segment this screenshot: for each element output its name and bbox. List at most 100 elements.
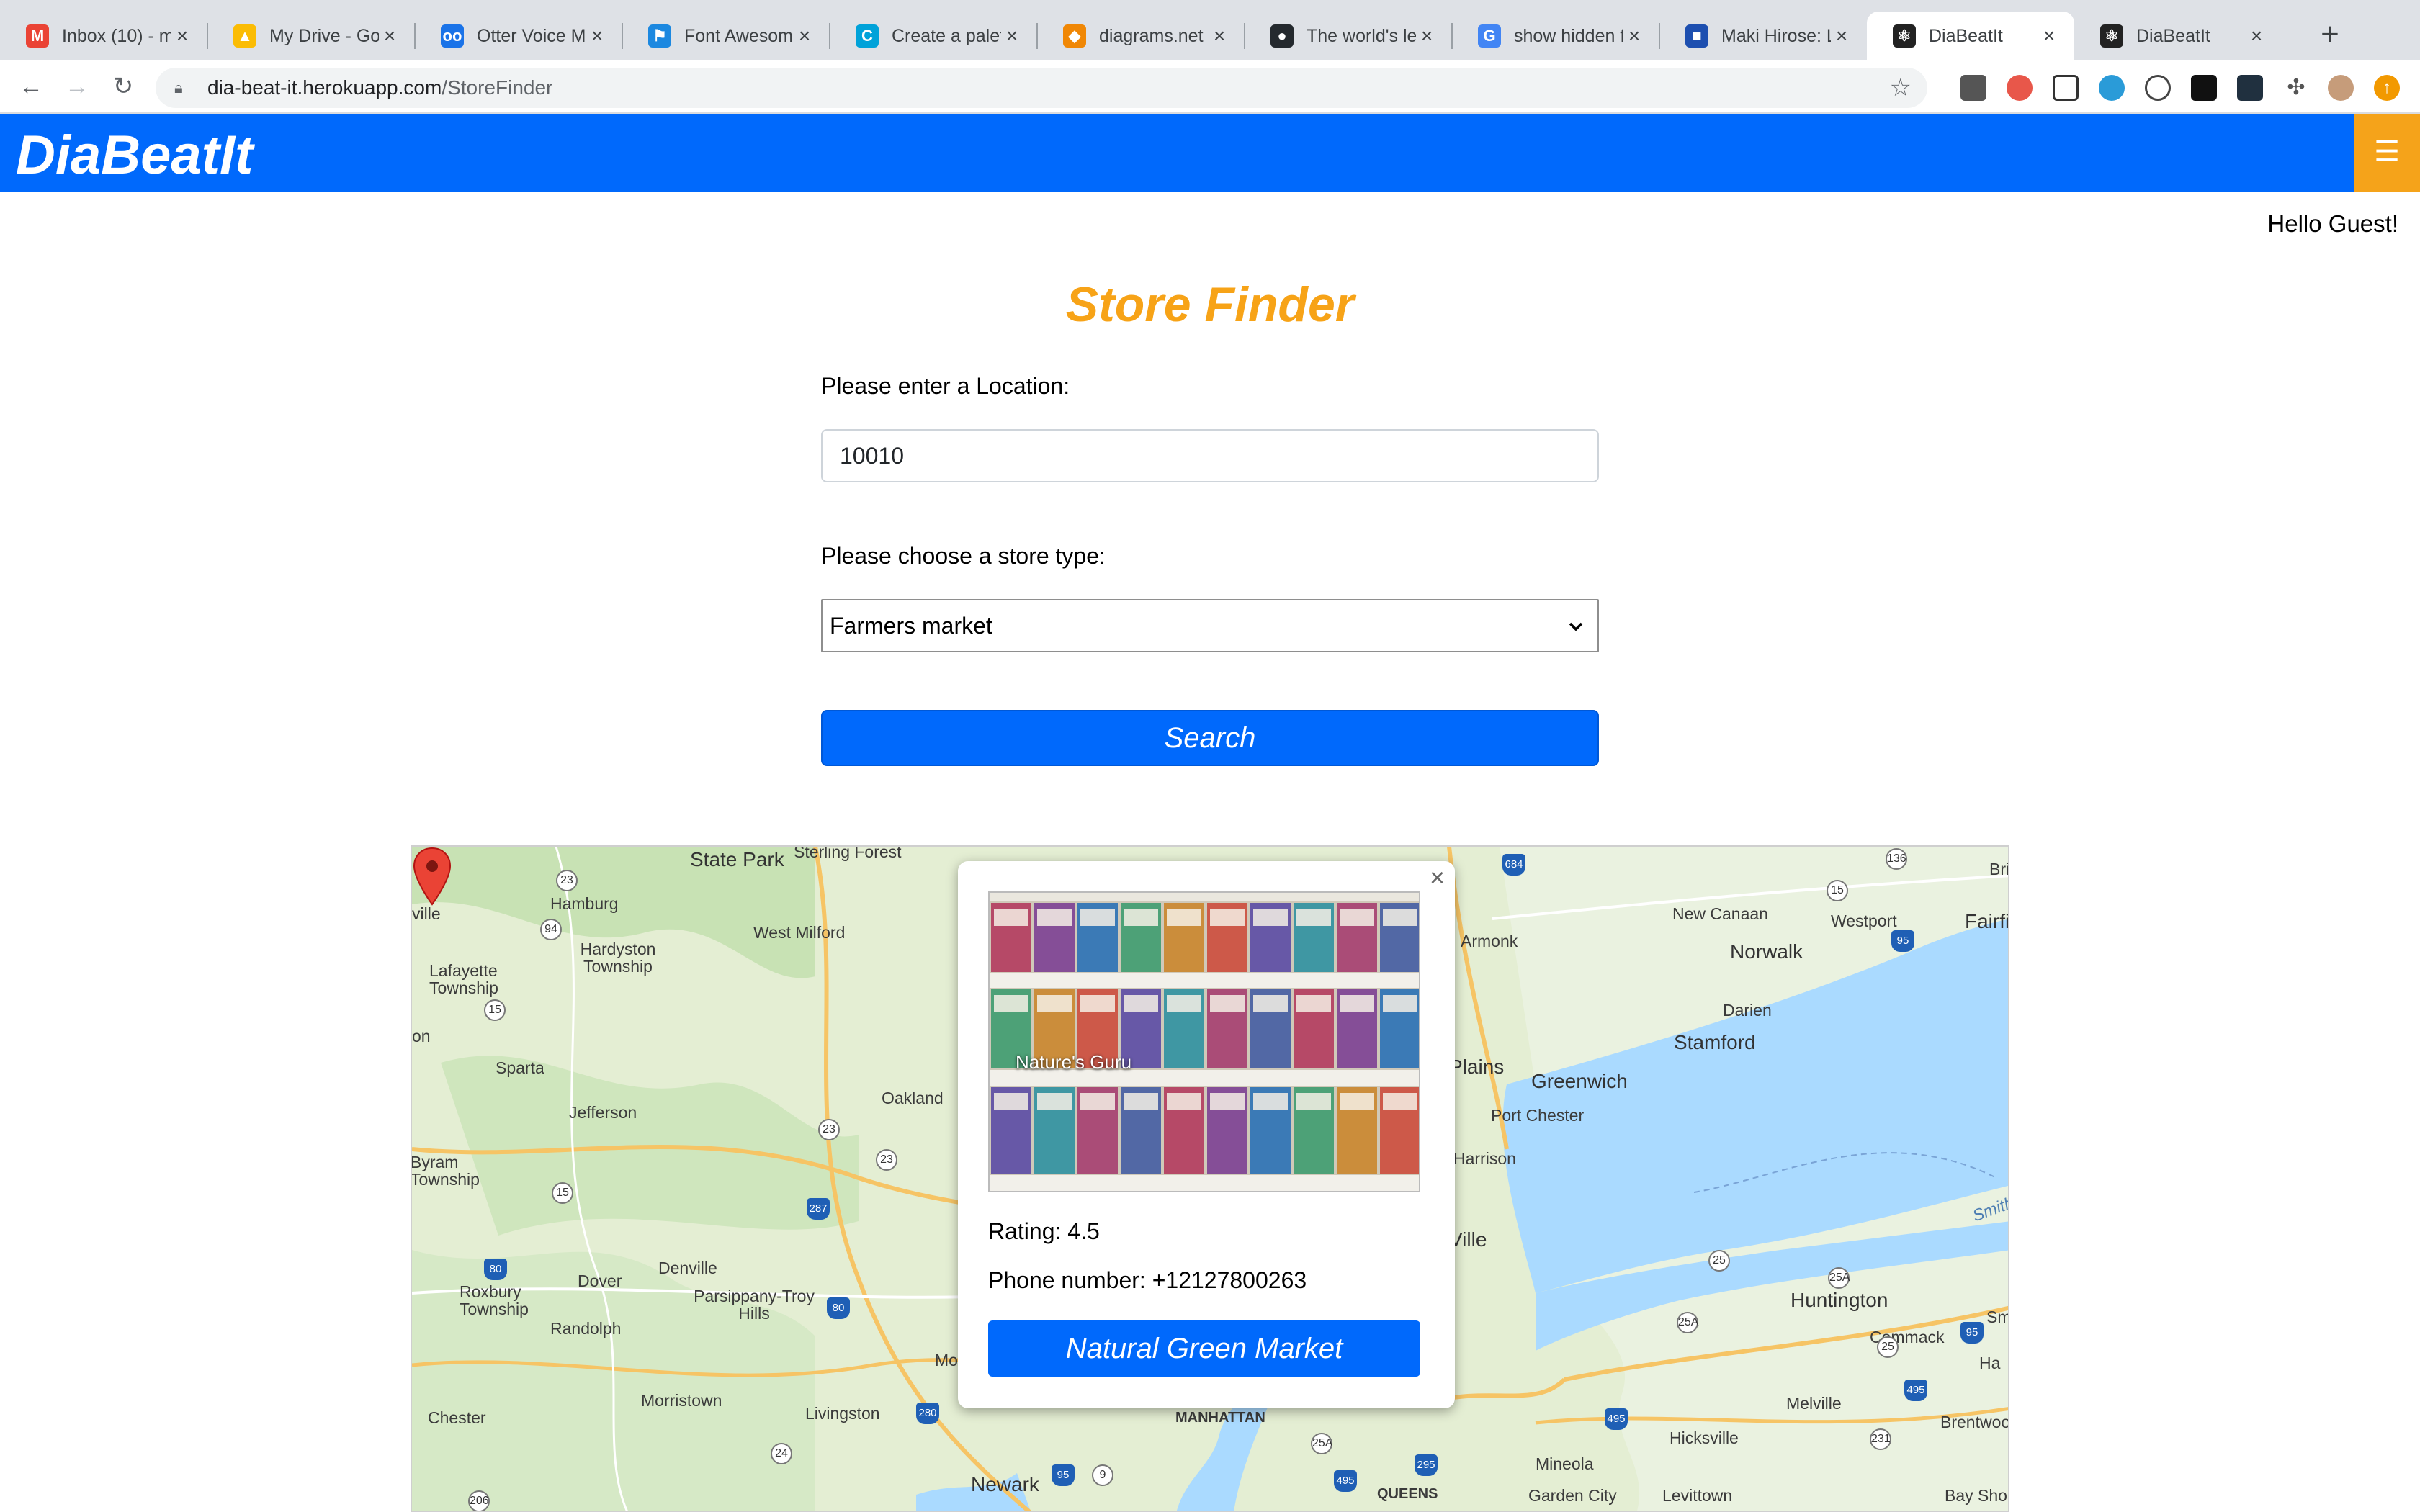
- map-label: Dover: [578, 1272, 622, 1290]
- map-label: Ha: [1979, 1354, 2001, 1372]
- interstate-shield-icon: 684: [1502, 854, 1525, 876]
- otter-icon: oo: [441, 24, 464, 48]
- extension-icon[interactable]: [2099, 75, 2125, 101]
- map-label: Lafayette Township: [429, 961, 498, 997]
- close-tab-icon[interactable]: ×: [794, 24, 815, 48]
- back-icon[interactable]: ←: [14, 71, 48, 104]
- new-tab-icon[interactable]: +: [2312, 17, 2348, 53]
- screenshot-extension-icon[interactable]: [2053, 75, 2079, 101]
- store-photo: Nature's Guru: [988, 891, 1420, 1192]
- map-label: Levittown: [1662, 1486, 1733, 1505]
- bookmark-star-icon[interactable]: ☆: [1890, 73, 1912, 102]
- react-devtools-icon[interactable]: [2237, 75, 2263, 101]
- store-type-select[interactable]: Farmers market: [821, 599, 1599, 652]
- close-tab-icon[interactable]: ×: [379, 24, 400, 48]
- map-marker-icon[interactable]: [412, 847, 452, 907]
- extensions-puzzle-icon[interactable]: ✣: [2283, 75, 2309, 101]
- map-label: Greenwich: [1531, 1070, 1628, 1092]
- extension-icon[interactable]: [2007, 75, 2033, 101]
- update-icon[interactable]: ↑: [2374, 75, 2400, 101]
- map-label: ville: [412, 904, 441, 923]
- browser-tab[interactable]: C Create a palet ×: [830, 12, 1037, 60]
- interstate-shield-icon: 80: [827, 1297, 850, 1319]
- interstate-shield-icon: 95: [1891, 930, 1914, 952]
- browser-tab[interactable]: oo Otter Voice M ×: [415, 12, 622, 60]
- route-shield-icon: 25A: [1828, 1267, 1850, 1289]
- interstate-shield-icon: 95: [1052, 1464, 1075, 1486]
- close-icon[interactable]: ×: [1430, 863, 1445, 893]
- map-label: Hicksville: [1670, 1428, 1739, 1447]
- store-name-button[interactable]: Natural Green Market: [988, 1320, 1420, 1377]
- interstate-shield-icon: 287: [807, 1198, 830, 1220]
- brand-logo[interactable]: DiaBeatIt: [16, 124, 253, 186]
- page-icon: ■: [1685, 24, 1708, 48]
- photo-caption: Nature's Guru: [1016, 1051, 1132, 1073]
- browser-tab[interactable]: ⚛ DiaBeatIt ×: [1867, 12, 2074, 60]
- address-bar[interactable]: 🔒︎ dia-beat-it.herokuapp.com/StoreFinder…: [156, 68, 1927, 108]
- extension-icon[interactable]: [1960, 75, 1986, 101]
- url-host: dia-beat-it.herokuapp.com: [207, 76, 442, 99]
- map-label: Bay Shore: [1945, 1486, 2008, 1505]
- user-greeting: Hello Guest!: [2267, 210, 2398, 237]
- page-title: Store Finder: [1065, 277, 1355, 332]
- forward-icon[interactable]: →: [60, 71, 94, 104]
- route-shield-icon: 15: [484, 999, 506, 1021]
- react-icon: ⚛: [2100, 24, 2123, 48]
- search-button[interactable]: Search: [821, 710, 1599, 766]
- map-label: Newark: [971, 1473, 1039, 1495]
- route-shield-icon: 24: [771, 1443, 792, 1464]
- store-map[interactable]: State Park Sterling Forest Hamburg West …: [411, 845, 2009, 1512]
- github-icon: ●: [1270, 24, 1294, 48]
- browser-tab[interactable]: ● The world's le ×: [1245, 12, 1452, 60]
- map-label: Garden City: [1528, 1486, 1617, 1505]
- close-tab-icon[interactable]: ×: [586, 24, 608, 48]
- browser-tab[interactable]: ◆ diagrams.net ×: [1037, 12, 1245, 60]
- map-label: Mo: [935, 1351, 958, 1369]
- tab-separator: [829, 23, 830, 49]
- extension-icon[interactable]: [2191, 75, 2217, 101]
- map-label: Denville: [658, 1259, 717, 1277]
- close-tab-icon[interactable]: ×: [1831, 24, 1852, 48]
- close-tab-icon[interactable]: ×: [2246, 24, 2267, 48]
- map-label: Stamford: [1674, 1031, 1756, 1053]
- lock-icon: 🔒︎: [174, 78, 183, 96]
- map-label: Morristown: [641, 1391, 722, 1410]
- browser-tab[interactable]: ⚑ Font Awesome ×: [622, 12, 830, 60]
- close-tab-icon[interactable]: ×: [1209, 24, 1230, 48]
- map-label: Livingston: [805, 1404, 880, 1423]
- browser-tab[interactable]: ▲ My Drive - Go ×: [207, 12, 415, 60]
- location-input[interactable]: [821, 429, 1599, 482]
- map-label: Darien: [1723, 1001, 1772, 1020]
- map-label: Sterling Forest: [794, 845, 902, 861]
- location-label: Please enter a Location:: [821, 373, 1070, 399]
- profile-avatar[interactable]: [2328, 75, 2354, 101]
- route-shield-icon: 136: [1886, 848, 1907, 870]
- close-tab-icon[interactable]: ×: [171, 24, 193, 48]
- hamburger-menu-icon[interactable]: ☰: [2354, 114, 2420, 192]
- browser-tab[interactable]: ■ Maki Hirose: L ×: [1659, 12, 1867, 60]
- extension-icon[interactable]: [2145, 75, 2171, 101]
- close-tab-icon[interactable]: ×: [1623, 24, 1645, 48]
- map-label: Armonk: [1461, 932, 1518, 950]
- map-label: Roxbury Township: [460, 1282, 529, 1318]
- map-label: Fairfield: [1965, 910, 2009, 932]
- interstate-shield-icon: 80: [484, 1259, 507, 1280]
- map-label: Chester: [428, 1408, 486, 1427]
- route-shield-icon: 23: [818, 1119, 840, 1140]
- close-tab-icon[interactable]: ×: [2038, 24, 2060, 48]
- gmail-icon: M: [26, 24, 49, 48]
- browser-tab[interactable]: M Inbox (10) - m ×: [0, 12, 207, 60]
- browser-toolbar: ← → ↻ 🔒︎ dia-beat-it.herokuapp.com/Store…: [0, 60, 2420, 114]
- map-label: Bri: [1989, 860, 2009, 878]
- tab-title: Create a palet: [892, 25, 1001, 46]
- tab-separator: [414, 23, 416, 49]
- route-shield-icon: 25A: [1311, 1433, 1332, 1454]
- close-tab-icon[interactable]: ×: [1416, 24, 1438, 48]
- reload-icon[interactable]: ↻: [107, 71, 140, 104]
- browser-tab[interactable]: Gshow hidden f ×: [1452, 12, 1659, 60]
- interstate-shield-icon: 95: [1960, 1322, 1984, 1344]
- browser-tab[interactable]: ⚛ DiaBeatIt ×: [2074, 12, 2282, 60]
- close-tab-icon[interactable]: ×: [1001, 24, 1023, 48]
- tab-title: My Drive - Go: [269, 25, 379, 46]
- store-type-label: Please choose a store type:: [821, 543, 1106, 569]
